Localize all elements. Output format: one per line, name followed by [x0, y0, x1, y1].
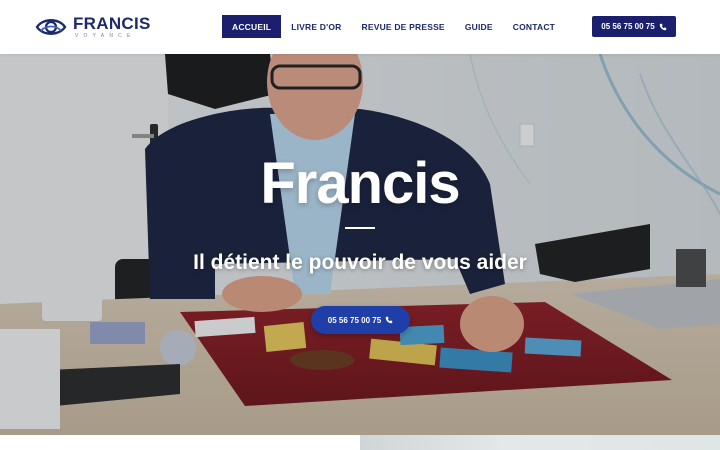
nav-item-livre-dor[interactable]: LIVRE D'OR [281, 15, 351, 38]
next-section [0, 435, 720, 450]
main-nav: ACCUEIL LIVRE D'OR REVUE DE PRESSE GUIDE… [222, 15, 565, 38]
page: FRANCIS VOYANCE ACCUEIL LIVRE D'OR REVUE… [0, 0, 720, 450]
eye-logo-icon [35, 19, 67, 35]
header-phone-button[interactable]: 05 56 75 00 75 [592, 16, 676, 37]
hero-subtitle: Il détient le pouvoir de vous aider [193, 251, 527, 274]
site-logo[interactable]: FRANCIS VOYANCE [35, 12, 151, 42]
nav-item-contact[interactable]: CONTACT [503, 15, 565, 38]
hero-divider [345, 227, 375, 229]
hero-title: Francis [260, 151, 460, 216]
header-phone-label: 05 56 75 00 75 [601, 22, 655, 31]
hero-phone-label: 05 56 75 00 75 [327, 315, 382, 325]
nav-item-revue-de-presse[interactable]: REVUE DE PRESSE [352, 15, 455, 38]
hero-overlay [0, 54, 720, 435]
hero-section: Francis Il détient le pouvoir de vous ai… [0, 54, 720, 435]
brand-tagline: VOYANCE [75, 33, 136, 39]
next-section-image [360, 435, 720, 450]
hero-phone-button[interactable]: 05 56 75 00 75 [311, 306, 410, 334]
nav-item-accueil[interactable]: ACCUEIL [222, 15, 282, 38]
phone-icon [385, 316, 393, 324]
phone-icon [659, 23, 666, 30]
nav-item-guide[interactable]: GUIDE [455, 15, 503, 38]
site-header: FRANCIS VOYANCE ACCUEIL LIVRE D'OR REVUE… [0, 0, 720, 54]
brand-name: FRANCIS [73, 14, 151, 33]
